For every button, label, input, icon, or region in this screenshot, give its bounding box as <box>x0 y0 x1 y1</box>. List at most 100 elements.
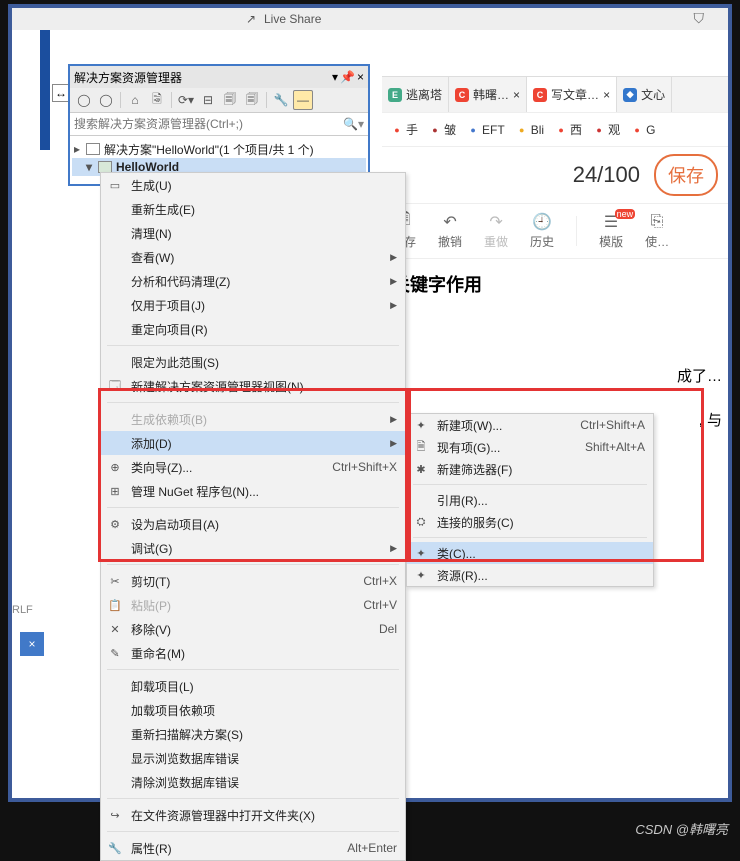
favicon-icon: ◆ <box>623 88 637 102</box>
menu-item[interactable]: ⊕类向导(Z)...Ctrl+Shift+X <box>101 455 405 479</box>
tab-close-icon[interactable]: × <box>513 88 520 102</box>
tool-history[interactable]: 🕘历史 <box>530 213 554 250</box>
tree-solution-row[interactable]: ▸ 解决方案"HelloWorld"(1 个项目/共 1 个) <box>72 140 366 158</box>
watermark: CSDN @韩曙亮 <box>635 819 728 838</box>
submenu-item[interactable]: ✦新建项(W)...Ctrl+Shift+A <box>407 414 653 436</box>
menu-item-label: 剪切(T) <box>131 573 170 590</box>
menu-item[interactable]: 加载项目依赖项 <box>101 698 405 722</box>
collapse-icon[interactable]: ⊟ <box>198 90 218 110</box>
menu-item[interactable]: 查看(W) ▶ <box>101 245 405 269</box>
bookmark-item[interactable]: ●手 <box>390 121 418 138</box>
browser-tab[interactable]: ◆ 文心 <box>617 77 672 112</box>
live-share-label[interactable]: Live Share <box>264 12 321 26</box>
menu-item-label: 在文件资源管理器中打开文件夹(X) <box>131 807 315 824</box>
menu-item-label: 新建解决方案资源管理器视图(N) <box>131 378 304 395</box>
browser-tab[interactable]: C韩曙…× <box>449 77 527 112</box>
submenu-item[interactable]: ✦类(C)... <box>407 542 653 564</box>
menu-item[interactable]: 卸载项目(L) <box>101 674 405 698</box>
menu-item[interactable]: ⚙设为启动项目(A) <box>101 512 405 536</box>
menu-item[interactable]: 添加(D)▶ <box>101 431 405 455</box>
menu-item[interactable]: ⊞管理 NuGet 程序包(N)... <box>101 479 405 503</box>
bookmark-item[interactable]: ●西 <box>554 121 582 138</box>
save-button[interactable]: 保存 <box>654 154 718 196</box>
menu-item[interactable]: 重新扫描解决方案(S) <box>101 722 405 746</box>
tab-label: 文心 <box>641 86 665 103</box>
bookmark-icon: ● <box>630 123 644 137</box>
panel-close-icon[interactable]: × <box>357 70 364 84</box>
submenu-item-label: 新建筛选器(F) <box>437 461 512 478</box>
home-icon[interactable]: ⌂ <box>125 90 145 110</box>
menu-item[interactable]: 重定向项目(R) <box>101 317 405 341</box>
bookmark-item[interactable]: ●皱 <box>428 121 456 138</box>
project-tab-close[interactable]: × <box>20 632 44 656</box>
shortcut-label: Del <box>379 622 397 636</box>
bookmark-item[interactable]: ●EFT <box>466 123 505 137</box>
bookmark-icon: ● <box>390 123 404 137</box>
remove-icon: ✕ <box>107 621 123 637</box>
menu-item[interactable]: ✕移除(V)Del <box>101 617 405 641</box>
chevron-icon[interactable]: ▸ <box>72 142 82 156</box>
favicon-icon: C <box>533 88 547 102</box>
browser-tab[interactable]: E逃离塔 <box>382 77 449 112</box>
section-title: 关键字作用 <box>382 259 728 309</box>
bookmark-item[interactable]: ●Bli <box>515 123 544 137</box>
showall-icon[interactable]: 🗐 <box>220 90 240 110</box>
char-counter: 24/100 <box>573 162 640 188</box>
submenu-item[interactable]: ⛭连接的服务(C) <box>407 511 653 533</box>
browser-tab[interactable]: C 写文章… × <box>527 77 617 112</box>
files-icon[interactable]: 🗐 <box>242 90 262 110</box>
menu-item[interactable]: 显示浏览数据库错误 <box>101 746 405 770</box>
undo-icon: ↶ <box>440 213 460 231</box>
menu-item[interactable]: ✂剪切(T)Ctrl+X <box>101 569 405 593</box>
chevron-right-icon: ▶ <box>390 252 397 263</box>
tab-label: 逃离塔 <box>406 86 442 103</box>
tab-close-icon[interactable]: × <box>603 88 610 102</box>
menu-item[interactable]: 重新生成(E) <box>101 197 405 221</box>
menu-item[interactable]: 🔧属性(R)Alt+Enter <box>101 836 405 860</box>
tab-label: 写文章… <box>551 86 599 103</box>
submenu-item-label: 引用(R)... <box>437 492 488 509</box>
menu-item[interactable]: 限定为此范围(S) <box>101 350 405 374</box>
tool-template[interactable]: ☰模版new <box>599 213 623 250</box>
menu-item[interactable]: ✎重命名(M) <box>101 641 405 665</box>
sync-icon[interactable]: ⟳▾ <box>176 90 196 110</box>
browser-tabs: E逃离塔C韩曙…×C写文章…×◆文心 <box>382 77 728 113</box>
refresh-icon[interactable]: 🗟 <box>147 90 167 110</box>
rename-icon: ✎ <box>107 645 123 661</box>
submenu-item[interactable]: ✱新建筛选器(F) <box>407 458 653 480</box>
tool-undo[interactable]: ↶撤销 <box>438 213 462 250</box>
back-icon[interactable]: ◯ <box>74 90 94 110</box>
tool-use[interactable]: ⎘使… <box>645 213 669 250</box>
menu-item[interactable]: 调试(G)▶ <box>101 536 405 560</box>
new-item-icon: ✦ <box>413 417 429 433</box>
menu-item[interactable]: 分析和代码清理(Z)▶ <box>101 269 405 293</box>
panel-pin-icon[interactable]: 📌 <box>340 70 355 84</box>
fwd-icon[interactable]: ◯ <box>96 90 116 110</box>
submenu-item[interactable]: ✦资源(R)... <box>407 564 653 586</box>
chevron-right-icon: ▶ <box>390 276 397 287</box>
menu-item-label: 调试(G) <box>131 540 172 557</box>
panel-dropdown-icon[interactable]: ▾ <box>332 70 338 84</box>
toggle-icon[interactable]: — <box>293 90 313 110</box>
submenu-item[interactable]: 🗎现有项(G)...Shift+Alt+A <box>407 436 653 458</box>
menu-item[interactable]: ↪在文件资源管理器中打开文件夹(X) <box>101 803 405 827</box>
menu-item[interactable]: 🗔新建解决方案资源管理器视图(N) <box>101 374 405 398</box>
submenu-item[interactable]: 引用(R)... <box>407 489 653 511</box>
bookmark-item[interactable]: ●G <box>630 123 655 137</box>
search-input[interactable] <box>74 117 343 131</box>
panel-toolbar: ◯ ◯ ⌂ 🗟 ⟳▾ ⊟ 🗐 🗐 🔧 — <box>70 88 368 112</box>
chevron-down-icon[interactable]: ▾ <box>84 160 94 174</box>
wrench-icon[interactable]: 🔧 <box>271 90 291 110</box>
menu-item[interactable]: 清除浏览数据库错误 <box>101 770 405 794</box>
menu-item-label: 查看(W) <box>131 249 174 266</box>
favicon-icon: C <box>455 88 469 102</box>
chevron-right-icon: ▶ <box>390 300 397 311</box>
user-icon[interactable]: ⛉ <box>694 10 705 27</box>
bookmark-item[interactable]: ●观 <box>592 121 620 138</box>
live-share-icon[interactable]: ↗ <box>244 13 258 25</box>
menu-item[interactable]: 仅用于项目(J)▶ <box>101 293 405 317</box>
menu-item[interactable]: ▭生成(U) <box>101 173 405 197</box>
search-icon[interactable]: 🔍▾ <box>343 117 364 131</box>
menu-item[interactable]: 清理(N) <box>101 221 405 245</box>
history-icon: 🕘 <box>532 213 552 231</box>
